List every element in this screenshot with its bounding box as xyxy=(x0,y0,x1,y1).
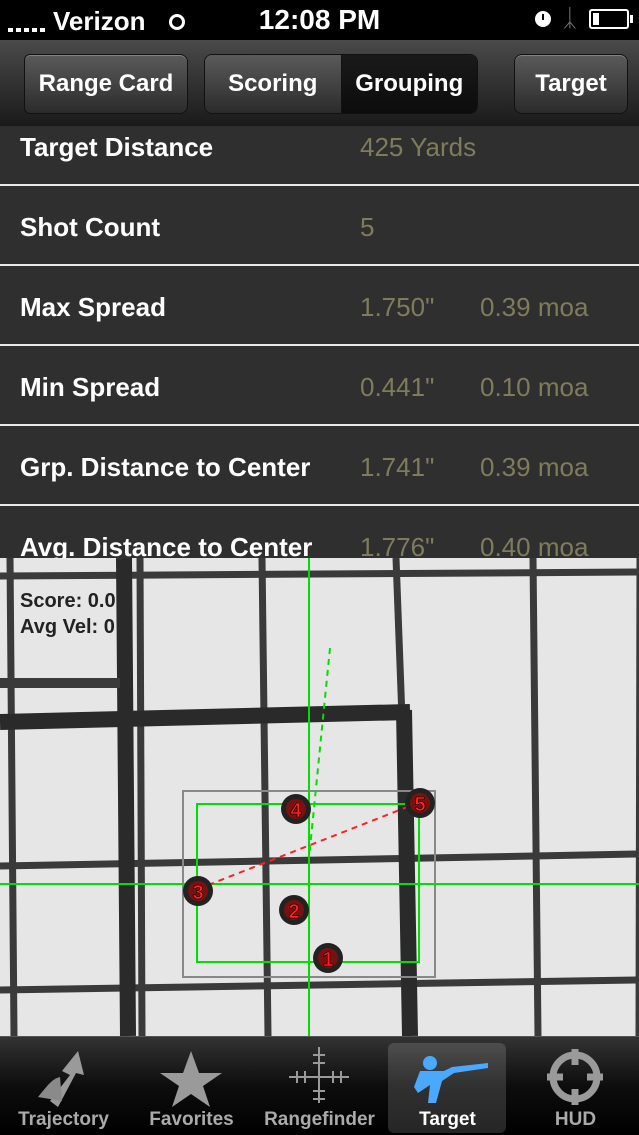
bluetooth-icon: ᛣ xyxy=(562,5,577,32)
row-value-inches: 1.750" xyxy=(360,292,435,322)
shot-label: 3 xyxy=(192,882,203,904)
tab-rangefinder[interactable]: Rangefinder xyxy=(256,1037,383,1135)
row-label: Avg. Distance to Center xyxy=(20,532,313,558)
navigation-bar: Range Card Scoring Grouping Target xyxy=(0,40,639,127)
tab-label: Trajectory xyxy=(18,1109,109,1130)
trajectory-icon xyxy=(38,1051,84,1107)
status-bar: Verizon 12:08 PM ᛣ xyxy=(0,0,639,40)
range-card-back-button[interactable]: Range Card xyxy=(24,54,188,114)
target-photo-view[interactable]: 1 2 3 4 5 Score: 0.0 Avg Vel: 0 xyxy=(0,558,639,1036)
avg-velocity-readout: Avg Vel: 0 xyxy=(20,616,115,638)
tab-hud[interactable]: HUD xyxy=(512,1037,639,1135)
row-value-inches: 0.441" xyxy=(360,372,435,402)
battery-icon xyxy=(589,9,633,29)
hud-icon xyxy=(547,1049,603,1105)
row-label: Min Spread xyxy=(20,372,161,402)
tab-trajectory[interactable]: Trajectory xyxy=(0,1037,127,1135)
tab-label: Target xyxy=(419,1109,476,1130)
shot-label: 4 xyxy=(290,800,302,822)
alarm-clock-icon xyxy=(534,11,551,27)
table-row: Min Spread 0.441" 0.10 moa xyxy=(0,346,639,426)
tab-label: HUD xyxy=(554,1109,597,1130)
table-row: Avg. Distance to Center 1.776" 0.40 moa xyxy=(0,506,639,558)
target-button[interactable]: Target xyxy=(514,54,628,114)
row-value-moa: 0.39 moa xyxy=(480,292,589,322)
row-label: Target Distance xyxy=(20,132,214,162)
row-value: 5 xyxy=(360,212,375,242)
scoring-grouping-segmented-control: Scoring Grouping xyxy=(204,54,478,114)
tab-label: Rangefinder xyxy=(264,1109,375,1130)
tab-label: Favorites xyxy=(149,1109,234,1130)
row-label: Max Spread xyxy=(20,292,166,322)
row-label: Grp. Distance to Center xyxy=(20,452,311,482)
star-icon xyxy=(160,1051,222,1107)
rifleman-icon xyxy=(414,1056,488,1103)
shot-label: 2 xyxy=(288,901,299,923)
segment-grouping[interactable]: Grouping xyxy=(341,55,477,113)
row-value-inches: 1.776" xyxy=(360,532,435,558)
shot-label: 5 xyxy=(414,794,425,816)
row-value-moa: 0.39 moa xyxy=(480,452,589,482)
tab-bar: Trajectory Favorites Rangefinder Target xyxy=(0,1036,639,1135)
table-row: Target Distance 425 Yards xyxy=(0,126,639,186)
grouping-stats-table[interactable]: Target Distance 425 Yards Shot Count 5 M… xyxy=(0,126,639,558)
row-label: Shot Count xyxy=(20,212,161,242)
segment-scoring[interactable]: Scoring xyxy=(205,55,342,113)
table-row: Grp. Distance to Center 1.741" 0.39 moa xyxy=(0,426,639,506)
row-value-moa: 0.10 moa xyxy=(480,372,589,402)
table-row: Shot Count 5 xyxy=(0,186,639,266)
tab-favorites[interactable]: Favorites xyxy=(128,1037,255,1135)
shot-label: 1 xyxy=(322,949,333,971)
row-value: 425 Yards xyxy=(360,132,477,162)
row-value-inches: 1.741" xyxy=(360,452,435,482)
table-row: Max Spread 1.750" 0.39 moa xyxy=(0,266,639,346)
reticle-icon xyxy=(289,1047,349,1103)
score-readout: Score: 0.0 xyxy=(20,590,116,612)
tab-target[interactable]: Target xyxy=(384,1037,511,1135)
row-value-moa: 0.40 moa xyxy=(480,532,589,558)
